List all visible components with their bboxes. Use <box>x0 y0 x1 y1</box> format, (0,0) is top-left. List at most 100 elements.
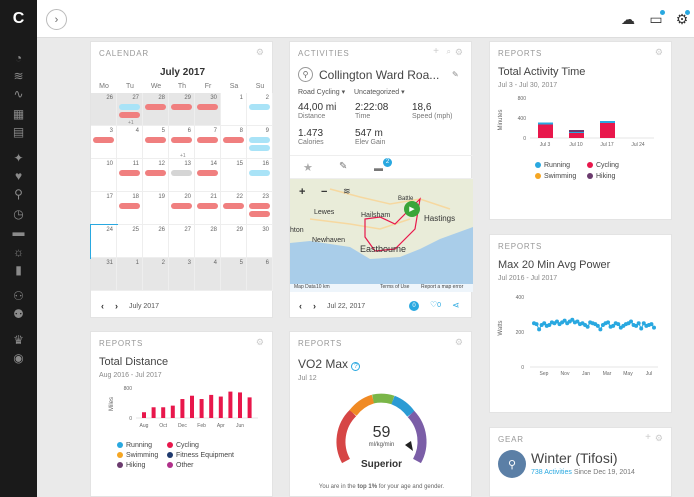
calendar-day[interactable]: 26 <box>91 93 117 126</box>
calendar-day[interactable]: 8 <box>221 126 247 159</box>
calendar-event[interactable] <box>145 104 166 110</box>
calendar-day[interactable]: 6 +1 <box>169 126 195 159</box>
calendar-day[interactable]: 23 <box>247 192 273 225</box>
calendar-day[interactable]: 30 <box>247 225 273 258</box>
calendar-event[interactable] <box>249 137 270 143</box>
calendar-event[interactable] <box>171 203 192 209</box>
training-icon[interactable]: ✦ <box>9 150 28 166</box>
calendar-day[interactable]: 26 <box>143 225 169 258</box>
star-icon[interactable]: ★ <box>303 161 313 174</box>
calendar-day[interactable]: 2 <box>247 93 273 126</box>
shoe-icon[interactable]: ▬ <box>374 163 383 173</box>
calendar-day[interactable]: 3 <box>91 126 117 159</box>
route-map[interactable]: + − ≋ Lewes Hailsham Battle Hastings hto… <box>290 179 473 292</box>
calendar-day[interactable]: 12 <box>143 159 169 192</box>
calendar-event[interactable] <box>197 203 218 209</box>
calendar-day[interactable]: 25 <box>117 225 143 258</box>
calendar-day[interactable]: 18 <box>117 192 143 225</box>
next-activity-button[interactable]: › <box>313 301 316 311</box>
calendar-day[interactable]: 17 <box>91 192 117 225</box>
start-marker-icon[interactable]: ▶ <box>404 201 420 217</box>
app-logo[interactable]: C <box>0 0 37 38</box>
edit-icon[interactable]: ✎ <box>452 70 459 79</box>
prev-month-button[interactable]: ‹ <box>101 301 104 311</box>
calendar-day[interactable]: 29 <box>221 225 247 258</box>
next-month-button[interactable]: › <box>115 301 118 311</box>
lightbulb-icon[interactable]: ☼ <box>9 244 28 260</box>
gear-icon[interactable]: ⚙ <box>655 47 663 58</box>
legend-item[interactable]: Hiking <box>587 173 615 180</box>
calendar-day[interactable]: 2 <box>143 258 169 291</box>
calendar-day[interactable]: 20 <box>169 192 195 225</box>
help-icon[interactable]: ? <box>351 362 361 371</box>
calendar-day[interactable]: 11 <box>117 159 143 192</box>
gear-icon[interactable]: ⚙ <box>256 47 264 58</box>
calendar-day[interactable]: 4 <box>117 126 143 159</box>
calendar-day[interactable]: 15 <box>221 159 247 192</box>
calendar-event[interactable] <box>223 203 244 209</box>
legend-item[interactable]: Cycling <box>167 442 199 449</box>
calendar-event[interactable] <box>119 112 140 118</box>
calendar-event[interactable] <box>223 137 244 143</box>
calendar-icon[interactable]: ▦ <box>9 106 28 122</box>
calendar-event[interactable] <box>119 104 140 110</box>
layers-icon[interactable]: ≋ <box>343 186 351 197</box>
calendar-day[interactable]: 24 <box>90 224 118 259</box>
running-icon[interactable]: ⚲ <box>9 186 28 202</box>
connections-icon[interactable]: ⚇ <box>9 288 28 304</box>
legend-item[interactable]: Running <box>117 442 152 449</box>
activity-type-dropdown[interactable]: Road Cycling ▾ <box>298 88 345 96</box>
calendar-event[interactable] <box>249 104 270 110</box>
gear-icon[interactable]: ⚙ <box>455 47 463 58</box>
trophy-icon[interactable]: ♛ <box>9 332 28 348</box>
gear-title[interactable]: Winter (Tifosi) <box>531 450 618 466</box>
device-icon[interactable]: ⚙ <box>672 10 692 28</box>
calendar-event[interactable] <box>171 104 192 110</box>
like-icon[interactable]: ♡0 <box>430 300 441 309</box>
calendar-event[interactable] <box>249 203 270 209</box>
activity-icon[interactable]: ∿ <box>9 86 28 102</box>
inbox-icon[interactable]: ▭ <box>646 10 666 28</box>
calendar-day[interactable]: 28 <box>195 225 221 258</box>
calendar-day[interactable]: 7 <box>195 126 221 159</box>
calendar-day[interactable]: 14 <box>195 159 221 192</box>
gear-activities-link[interactable]: 738 Activities <box>531 469 572 476</box>
calendar-day[interactable]: 1 <box>221 93 247 126</box>
calendar-day[interactable]: 3 <box>169 258 195 291</box>
legend-item[interactable]: Swimming <box>117 452 158 459</box>
zoom-out-button[interactable]: − <box>321 186 327 198</box>
calendar-day[interactable]: 31 <box>91 258 117 291</box>
calendar-event[interactable] <box>93 137 114 143</box>
calendar-event[interactable] <box>249 145 270 151</box>
legend-item[interactable]: Running <box>535 162 570 169</box>
health-icon[interactable]: ♥ <box>9 168 28 184</box>
calendar-day[interactable]: 9 <box>247 126 273 159</box>
badge-icon[interactable]: ◉ <box>9 350 28 366</box>
prev-activity-button[interactable]: ‹ <box>299 301 302 311</box>
gear-icon[interactable]: ⚙ <box>256 337 264 348</box>
shoe-icon[interactable]: ▬ <box>9 224 28 240</box>
calendar-day[interactable]: 22 <box>221 192 247 225</box>
zoom-in-button[interactable]: + <box>299 186 305 198</box>
calendar-day[interactable]: 21 <box>195 192 221 225</box>
calendar-day[interactable]: 27 +1 <box>117 93 143 126</box>
calendar-event[interactable] <box>119 170 140 176</box>
calendar-day[interactable]: 1 <box>117 258 143 291</box>
add-icon[interactable]: + <box>433 46 439 57</box>
legend-item[interactable]: Swimming <box>535 173 576 180</box>
comments-count[interactable]: 0 <box>409 301 419 311</box>
timer-icon[interactable]: ◷ <box>9 206 28 222</box>
calendar-day[interactable]: 30 <box>195 93 221 126</box>
calendar-day[interactable]: 5 <box>143 126 169 159</box>
calendar-day[interactable]: 16 <box>247 159 273 192</box>
calendar-day[interactable]: 29 <box>169 93 195 126</box>
calendar-day[interactable]: 27 <box>169 225 195 258</box>
upload-icon[interactable]: ☁ <box>618 10 638 28</box>
groups-icon[interactable]: ⚉ <box>9 306 28 322</box>
calendar-day[interactable]: 10 <box>91 159 117 192</box>
calendar-event[interactable] <box>145 170 166 176</box>
calendar-event[interactable] <box>197 137 218 143</box>
calendar-day[interactable]: 5 <box>221 258 247 291</box>
calendar-event[interactable] <box>197 170 218 176</box>
legend-item[interactable]: Hiking <box>117 462 145 469</box>
